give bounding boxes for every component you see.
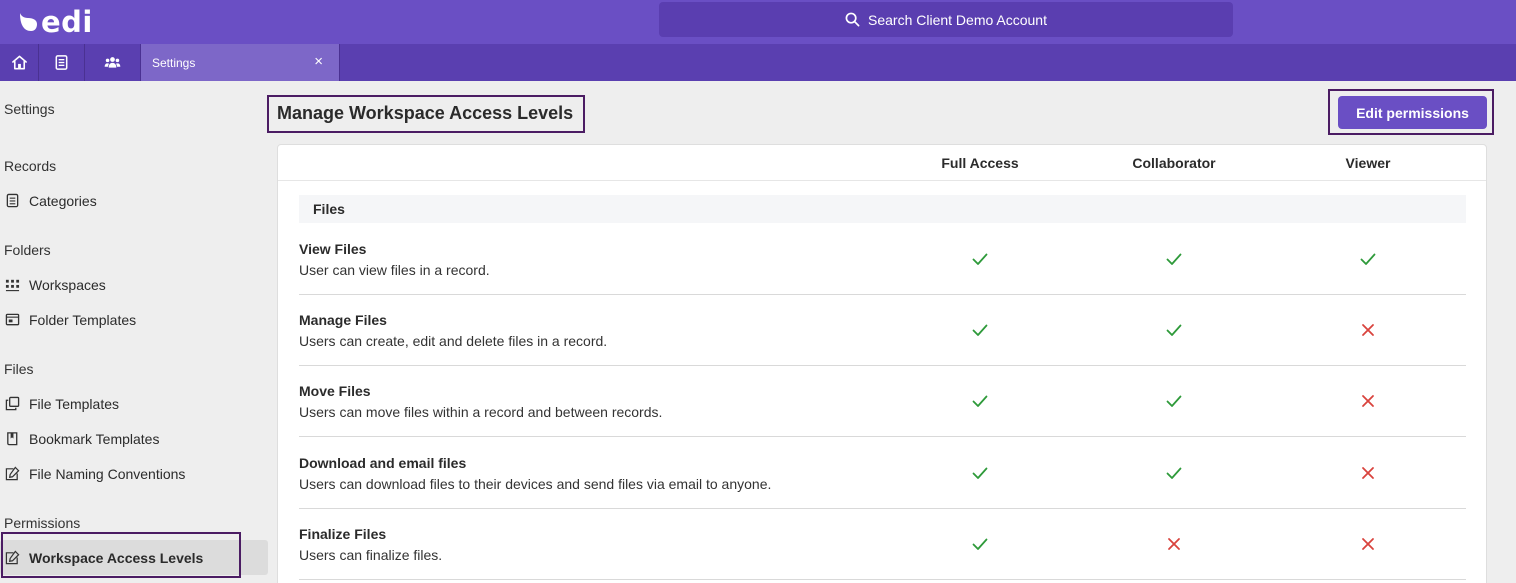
check-icon: [971, 392, 989, 410]
check-icon: [971, 321, 989, 339]
column-header-collaborator: Collaborator: [1132, 155, 1216, 171]
sidebar-heading-records: Records: [4, 158, 57, 174]
sidebar-item-label: Categories: [29, 192, 97, 209]
tab-records[interactable]: [39, 44, 85, 81]
table-row: View Files User can view files in a recor…: [299, 224, 1466, 295]
check-icon: [1165, 321, 1183, 339]
tab-settings-label: Settings: [152, 55, 196, 70]
sidebar-item-file-naming-conventions[interactable]: File Naming Conventions: [0, 456, 268, 491]
permission-description: User can view files in a record.: [299, 262, 490, 278]
permission-title: Download and email files: [299, 455, 467, 471]
page-title: Manage Workspace Access Levels: [277, 103, 574, 123]
permission-description: Users can finalize files.: [299, 547, 443, 563]
permission-description: Users can download files to their device…: [299, 476, 772, 492]
cross-icon: [1359, 321, 1377, 339]
table-row: Move Files Users can move files within a …: [299, 366, 1466, 437]
table-row: Download and email files Users can downlo…: [299, 438, 1466, 509]
permission-title: Move Files: [299, 383, 371, 399]
permission-title: View Files: [299, 241, 367, 257]
list-document-icon: [6, 193, 19, 208]
check-icon: [971, 535, 989, 553]
sidebar-heading-permissions: Permissions: [4, 515, 81, 531]
sidebar-item-label: Bookmark Templates: [29, 430, 160, 447]
sidebar-item-workspaces[interactable]: Workspaces: [0, 267, 268, 302]
sidebar-item-label: Workspaces: [29, 276, 106, 293]
tab-settings[interactable]: Settings ×: [141, 44, 340, 81]
bookmark-book-icon: [7, 432, 18, 446]
tab-users[interactable]: [85, 44, 141, 81]
users-icon: [104, 57, 121, 68]
highlight-sidebar-active: [1, 532, 241, 578]
check-icon: [971, 464, 989, 482]
sidebar-item-bookmark-templates[interactable]: Bookmark Templates: [0, 421, 268, 456]
permission-description: Users can move files within a record and…: [299, 404, 663, 420]
sidebar-item-label: File Templates: [29, 395, 120, 412]
sidebar-heading-files: Files: [4, 361, 34, 377]
permission-title: Finalize Files: [299, 526, 387, 542]
logo-text: edi: [41, 5, 93, 39]
check-icon: [1165, 250, 1183, 268]
permissions-table: Full Access Collaborator Viewer Files Vi…: [277, 144, 1487, 583]
search-icon: [845, 12, 860, 27]
folder-template-icon: [5, 313, 20, 326]
search-button[interactable]: Search Client Demo Account: [659, 2, 1233, 37]
home-icon: [11, 55, 27, 70]
check-icon: [1165, 392, 1183, 410]
column-header-full-access: Full Access: [941, 155, 1019, 171]
sidebar-item-categories[interactable]: Categories: [0, 183, 268, 218]
column-header-viewer: Viewer: [1345, 155, 1391, 171]
sidebar-heading-settings: Settings: [4, 101, 55, 117]
records-icon: [55, 55, 68, 70]
sidebar-heading-folders: Folders: [4, 242, 51, 258]
table-row: Finalize Files Users can finalize files.: [299, 509, 1466, 580]
sidebar-item-folder-templates[interactable]: Folder Templates: [0, 302, 268, 337]
section-header-files: Files: [299, 195, 1466, 223]
search-label: Search Client Demo Account: [868, 11, 1047, 28]
cross-icon: [1359, 535, 1377, 553]
tab-bar: Settings ×: [0, 44, 1516, 81]
workspaces-icon: [5, 279, 20, 292]
cross-icon: [1359, 464, 1377, 482]
table-row: Manage Files Users can create, edit and d…: [299, 295, 1466, 366]
check-icon: [1165, 464, 1183, 482]
close-tab-button[interactable]: ×: [314, 53, 323, 71]
leaf-logo-icon: [20, 13, 37, 31]
permission-description: Users can create, edit and delete files …: [299, 333, 608, 349]
header-divider: [278, 180, 1486, 181]
edit-permissions-button[interactable]: Edit permissions: [1338, 96, 1487, 129]
top-bar: edi Search Client Demo Account: [0, 0, 1516, 44]
tab-home[interactable]: [0, 44, 39, 81]
cross-icon: [1165, 535, 1183, 553]
settings-sidebar: Settings Records Categories Folders Work…: [0, 81, 272, 583]
edit-document-icon: [5, 466, 20, 481]
sidebar-item-label: Folder Templates: [29, 311, 137, 328]
edi-logo[interactable]: edi: [18, 7, 93, 37]
sidebar-item-label: File Naming Conventions: [29, 465, 186, 482]
check-icon: [1359, 250, 1377, 268]
permission-title: Manage Files: [299, 312, 387, 328]
cross-icon: [1359, 392, 1377, 410]
check-icon: [971, 250, 989, 268]
copy-icon: [5, 396, 20, 411]
sidebar-item-file-templates[interactable]: File Templates: [0, 386, 268, 421]
